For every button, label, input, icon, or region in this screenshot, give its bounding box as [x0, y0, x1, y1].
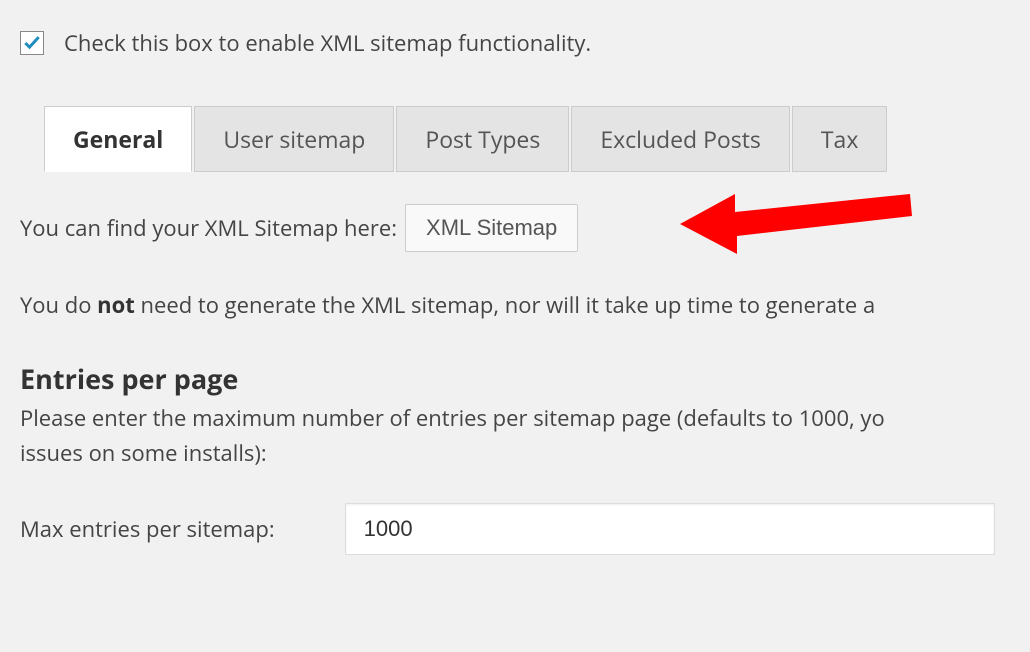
- entries-description-line2: issues on some installs):: [20, 438, 267, 468]
- tab-general[interactable]: General: [44, 106, 192, 172]
- description-pre: You do: [20, 290, 97, 320]
- enable-sitemap-checkbox[interactable]: [20, 31, 44, 55]
- tab-post-types[interactable]: Post Types: [396, 106, 569, 172]
- xml-sitemap-button[interactable]: XML Sitemap: [405, 204, 578, 252]
- tab-user-sitemap[interactable]: User sitemap: [194, 106, 394, 172]
- entries-description-line1: Please enter the maximum number of entri…: [20, 403, 885, 433]
- tab-excluded-posts[interactable]: Excluded Posts: [571, 106, 790, 172]
- entries-heading: Entries per page: [20, 360, 1010, 397]
- max-entries-row: Max entries per sitemap:: [20, 503, 1010, 555]
- description-post: need to generate the XML sitemap, nor wi…: [135, 290, 875, 320]
- pointer-arrow-annotation: [680, 174, 920, 271]
- generate-description: You do not need to generate the XML site…: [20, 290, 1010, 320]
- tab-taxonomies[interactable]: Tax: [792, 106, 888, 172]
- sitemap-prefix-text: You can find your XML Sitemap here:: [20, 213, 397, 243]
- tabs-container: General User sitemap Post Types Excluded…: [44, 106, 1010, 172]
- enable-sitemap-label: Check this box to enable XML sitemap fun…: [64, 28, 591, 58]
- max-entries-input[interactable]: [345, 503, 995, 555]
- description-bold: not: [97, 290, 135, 320]
- enable-sitemap-row: Check this box to enable XML sitemap fun…: [20, 28, 1010, 58]
- sitemap-location-row: You can find your XML Sitemap here: XML …: [20, 204, 1010, 252]
- max-entries-label: Max entries per sitemap:: [20, 514, 275, 544]
- entries-description: Please enter the maximum number of entri…: [20, 401, 1010, 471]
